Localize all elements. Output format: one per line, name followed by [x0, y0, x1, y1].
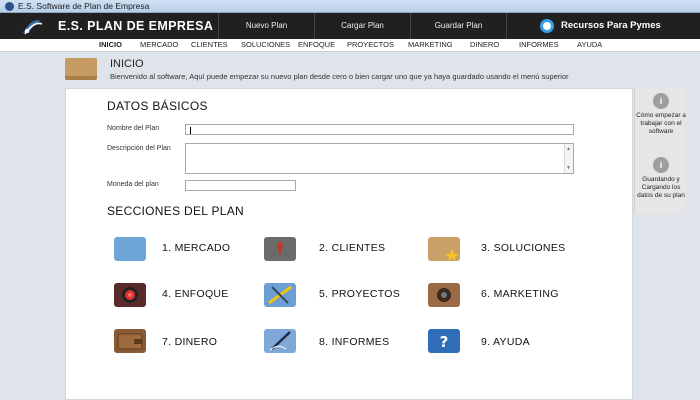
seccion-enfoque-link[interactable]: 4. ENFOQUE — [162, 288, 229, 300]
guardar-plan-button[interactable]: Guardar Plan — [410, 13, 506, 39]
nombre-plan-input[interactable] — [185, 124, 574, 135]
question-icon[interactable]: ? — [428, 329, 460, 353]
app-header: E.S. PLAN DE EMPRESA Nuevo Plan Cargar P… — [0, 13, 700, 39]
text-caret — [190, 127, 191, 134]
drafting-tools-icon[interactable] — [264, 283, 296, 307]
scroll-down-icon[interactable]: ▼ — [566, 165, 571, 171]
page-title: INICIO — [110, 58, 144, 70]
folder-icon — [65, 58, 97, 80]
menu-informes[interactable]: INFORMES — [519, 40, 559, 49]
app-window-icon — [5, 2, 14, 11]
recursos-icon — [540, 19, 554, 33]
seccion-soluciones-link[interactable]: 3. SOLUCIONES — [481, 242, 565, 254]
help-como-empezar-link[interactable]: Cómo empezar a trabajar con el software — [635, 112, 687, 136]
star-glyph — [445, 249, 459, 261]
menu-enfoque[interactable]: ENFOQUE — [298, 40, 335, 49]
menu-inicio[interactable]: INICIO — [99, 40, 122, 49]
target-glyph — [122, 287, 138, 303]
moneda-plan-label: Moneda del plan — [107, 181, 159, 188]
descripcion-plan-textarea[interactable]: ▲ ▼ — [185, 143, 574, 174]
pen-glyph — [269, 331, 291, 351]
svg-text:?: ? — [440, 333, 449, 351]
app-title: E.S. PLAN DE EMPRESA — [58, 19, 214, 33]
window-title: E.S. Software de Plan de Empresa — [18, 1, 150, 11]
menu-marketing[interactable]: MARKETING — [408, 40, 453, 49]
seccion-clientes-link[interactable]: 2. CLIENTES — [319, 242, 385, 254]
info-icon: i — [653, 93, 669, 109]
seccion-mercado-link[interactable]: 1. MERCADO — [162, 242, 230, 254]
speaker-icon[interactable] — [428, 283, 460, 307]
ruler-glyph — [268, 285, 292, 305]
page-description: Bienvenido al software, Aquí puede empez… — [110, 72, 569, 81]
seccion-marketing-link[interactable]: 6. MARKETING — [481, 288, 559, 300]
app-logo-icon — [23, 20, 43, 35]
nombre-plan-label: Nombre del Plan — [107, 125, 160, 132]
window-titlebar: E.S. Software de Plan de Empresa — [0, 0, 700, 13]
seccion-informes-link[interactable]: 8. INFORMES — [319, 336, 389, 348]
menu-mercado[interactable]: MERCADO — [140, 40, 178, 49]
box-star-icon[interactable] — [428, 237, 460, 261]
section-menu: INICIO MERCADO CLIENTES SOLUCIONES ENFOQ… — [0, 39, 700, 52]
recursos-label: Recursos Para Pymes — [561, 20, 661, 31]
scroll-up-icon[interactable]: ▲ — [566, 146, 571, 152]
question-glyph: ? — [440, 333, 449, 351]
speaker-glyph — [437, 288, 451, 302]
nuevo-plan-button[interactable]: Nuevo Plan — [218, 13, 314, 39]
recursos-pymes-link[interactable]: Recursos Para Pymes — [506, 13, 700, 39]
menu-proyectos[interactable]: PROYECTOS — [347, 40, 394, 49]
moneda-plan-input[interactable] — [185, 180, 296, 191]
world-map-icon[interactable] — [114, 237, 146, 261]
client-suit-icon[interactable] — [264, 237, 296, 261]
seccion-proyectos-link[interactable]: 5. PROYECTOS — [319, 288, 400, 300]
secciones-heading: SECCIONES DEL PLAN — [107, 204, 244, 218]
seccion-dinero-link[interactable]: 7. DINERO — [162, 336, 217, 348]
menu-dinero[interactable]: DINERO — [470, 40, 499, 49]
menu-clientes[interactable]: CLIENTES — [191, 40, 228, 49]
menu-ayuda[interactable]: AYUDA — [577, 40, 602, 49]
seccion-ayuda-link[interactable]: 9. AYUDA — [481, 336, 530, 348]
cargar-plan-button[interactable]: Cargar Plan — [314, 13, 410, 39]
wallet-glyph — [117, 333, 143, 350]
datos-basicos-heading: DATOS BÁSICOS — [107, 99, 208, 113]
tie-glyph — [277, 241, 283, 257]
wallet-icon[interactable] — [114, 329, 146, 353]
textarea-scrollbar[interactable]: ▲ ▼ — [564, 144, 573, 173]
info-icon: i — [653, 157, 669, 173]
pen-document-icon[interactable] — [264, 329, 296, 353]
descripcion-plan-label: Descripción del Plan — [107, 145, 171, 152]
help-guardando-link[interactable]: Guardando y Cargando los datos de su pla… — [635, 176, 687, 200]
target-icon[interactable] — [114, 283, 146, 307]
help-sidebar: i Cómo empezar a trabajar con el softwar… — [634, 88, 686, 214]
menu-soluciones[interactable]: SOLUCIONES — [241, 40, 290, 49]
